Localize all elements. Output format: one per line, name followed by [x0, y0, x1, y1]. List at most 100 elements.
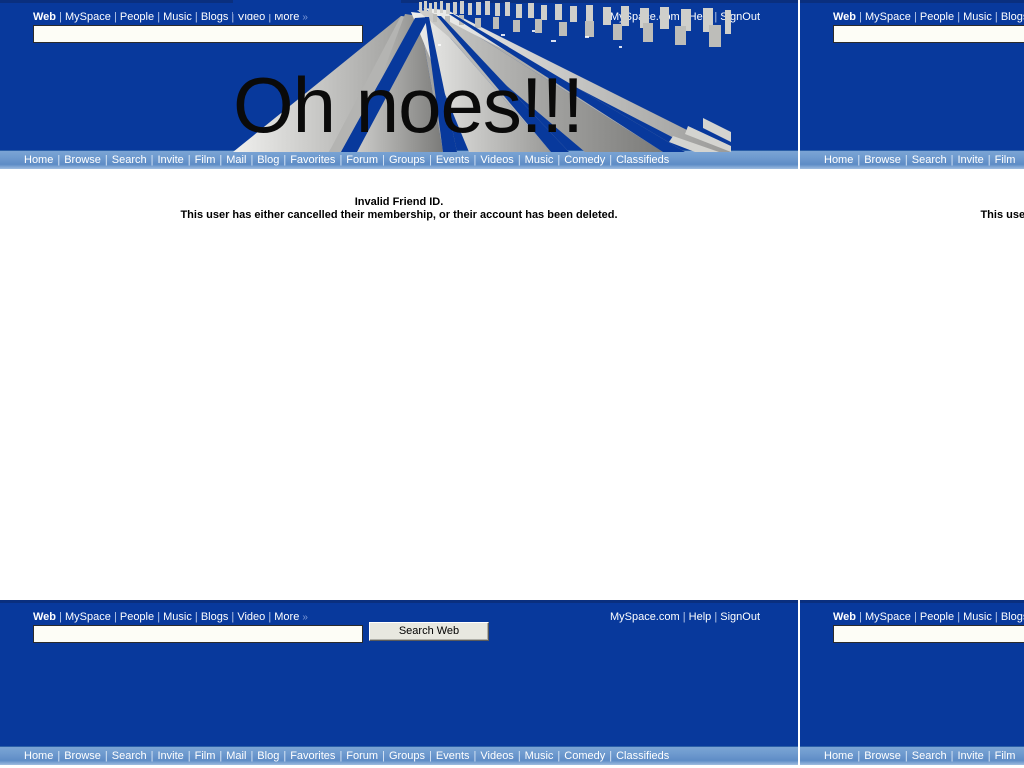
nav-item-search[interactable]: Search [912, 154, 947, 166]
scope-link-blogs[interactable]: Blogs [1001, 611, 1024, 623]
search-input-top[interactable] [33, 25, 363, 43]
page-panel-main: Web | MySpace | People | Music | Blogs |… [0, 0, 798, 768]
page-body: Invalid Friend ID. This user has either … [0, 169, 798, 600]
account-separator: | [682, 611, 686, 623]
scope-link-more[interactable]: More [274, 11, 299, 23]
scope-separator: | [994, 611, 998, 623]
account-links-top: MySpace.com | Help | SignOut [610, 11, 760, 23]
scope-link-web[interactable]: Web [33, 611, 56, 623]
nav-item-browse[interactable]: Browse [64, 750, 101, 762]
nav-item-home[interactable]: Home [824, 154, 853, 166]
nav-separator: | [104, 750, 108, 762]
nav-separator: | [950, 750, 954, 762]
nav-item-home[interactable]: Home [24, 750, 53, 762]
scope-link-blogs[interactable]: Blogs [201, 611, 229, 623]
scope-link-more[interactable]: More [274, 611, 299, 623]
nav-item-film[interactable]: Film [195, 154, 216, 166]
account-link-myspace-com[interactable]: MySpace.com [610, 11, 680, 23]
scope-link-people[interactable]: People [120, 611, 154, 623]
nav-item-invite[interactable]: Invite [957, 154, 983, 166]
scope-link-music[interactable]: Music [163, 611, 192, 623]
scope-link-video[interactable]: Video [237, 11, 265, 23]
search-web-button[interactable]: Search Web [369, 622, 489, 641]
search-input-bottom[interactable] [33, 625, 363, 643]
account-link-help[interactable]: Help [689, 11, 712, 23]
page-panel-secondary: Web | MySpace | People | Music | Blogs |… [800, 0, 1024, 768]
scope-link-blogs[interactable]: Blogs [201, 11, 229, 23]
scope-separator: | [957, 11, 961, 23]
nav-item-videos[interactable]: Videos [480, 750, 513, 762]
nav-item-events[interactable]: Events [436, 750, 470, 762]
scope-link-web[interactable]: Web [33, 11, 56, 23]
footer-top-rule [800, 600, 1024, 603]
scope-link-music[interactable]: Music [963, 11, 992, 23]
nav-item-film[interactable]: Film [195, 750, 216, 762]
main-nav-items-bottom: Home | Browse | Search | Invite | Film | Mail | Blog… [24, 750, 669, 762]
nav-item-invite[interactable]: Invite [157, 750, 183, 762]
scope-separator: | [268, 611, 272, 623]
scope-separator: | [231, 11, 235, 23]
scope-link-music[interactable]: Music [163, 11, 192, 23]
nav-item-browse[interactable]: Browse [864, 154, 901, 166]
nav-item-classifieds[interactable]: Classifieds [616, 154, 669, 166]
scope-link-people[interactable]: People [120, 11, 154, 23]
nav-item-browse[interactable]: Browse [864, 750, 901, 762]
scope-link-video[interactable]: Video [237, 611, 265, 623]
account-separator: | [682, 11, 686, 23]
nav-item-home[interactable]: Home [824, 750, 853, 762]
scope-link-people[interactable]: People [920, 611, 954, 623]
nav-item-search[interactable]: Search [112, 154, 147, 166]
nav-item-music[interactable]: Music [525, 750, 554, 762]
nav-item-film[interactable]: Film [995, 154, 1016, 166]
scope-link-blogs[interactable]: Blogs [1001, 11, 1024, 23]
nav-item-favorites[interactable]: Favorites [290, 750, 335, 762]
account-link-signout[interactable]: SignOut [720, 11, 760, 23]
nav-separator: | [104, 154, 108, 166]
header-top-rule [0, 0, 798, 3]
search-input-bottom-secondary[interactable] [833, 625, 1024, 643]
account-link-help[interactable]: Help [689, 611, 712, 623]
scope-link-myspace[interactable]: MySpace [865, 611, 911, 623]
search-input-top-secondary[interactable] [833, 25, 1024, 43]
nav-item-groups[interactable]: Groups [389, 750, 425, 762]
nav-item-comedy[interactable]: Comedy [564, 154, 605, 166]
nav-item-favorites[interactable]: Favorites [290, 154, 335, 166]
main-nav-bottom: Home | Browse | Search | Invite | Film | Mail | Blog… [0, 746, 798, 765]
nav-item-groups[interactable]: Groups [389, 154, 425, 166]
scope-link-people[interactable]: People [920, 11, 954, 23]
scope-link-music[interactable]: Music [963, 611, 992, 623]
nav-item-invite[interactable]: Invite [957, 750, 983, 762]
nav-item-mail[interactable]: Mail [226, 154, 246, 166]
nav-separator: | [609, 154, 613, 166]
chevron-right-icon[interactable]: » [302, 12, 308, 23]
nav-item-blog[interactable]: Blog [257, 750, 279, 762]
account-link-signout[interactable]: SignOut [720, 611, 760, 623]
nav-separator: | [429, 750, 432, 762]
scope-link-web[interactable]: Web [833, 11, 856, 23]
nav-item-forum[interactable]: Forum [346, 750, 378, 762]
nav-item-comedy[interactable]: Comedy [564, 750, 605, 762]
scope-link-myspace[interactable]: MySpace [65, 611, 111, 623]
nav-item-home[interactable]: Home [24, 154, 53, 166]
nav-item-blog[interactable]: Blog [257, 154, 279, 166]
nav-item-browse[interactable]: Browse [64, 154, 101, 166]
nav-item-film[interactable]: Film [995, 750, 1016, 762]
scope-link-myspace[interactable]: MySpace [65, 11, 111, 23]
nav-item-music[interactable]: Music [525, 154, 554, 166]
account-link-myspace-com[interactable]: MySpace.com [610, 611, 680, 623]
scope-separator: | [194, 11, 198, 23]
scope-link-myspace[interactable]: MySpace [865, 11, 911, 23]
error-message-secondary: Invalid Friend ID. This user has either … [800, 196, 1024, 222]
nav-item-invite[interactable]: Invite [157, 154, 183, 166]
nav-item-search[interactable]: Search [912, 750, 947, 762]
nav-item-mail[interactable]: Mail [226, 750, 246, 762]
nav-item-videos[interactable]: Videos [480, 154, 513, 166]
nav-item-classifieds[interactable]: Classifieds [616, 750, 669, 762]
search-header-top: Web | MySpace | People | Music | Blogs |… [0, 0, 798, 150]
scope-link-web[interactable]: Web [833, 611, 856, 623]
nav-item-search[interactable]: Search [112, 750, 147, 762]
chevron-right-icon[interactable]: » [302, 612, 308, 623]
nav-item-forum[interactable]: Forum [346, 154, 378, 166]
nav-separator: | [517, 750, 521, 762]
nav-item-events[interactable]: Events [436, 154, 470, 166]
